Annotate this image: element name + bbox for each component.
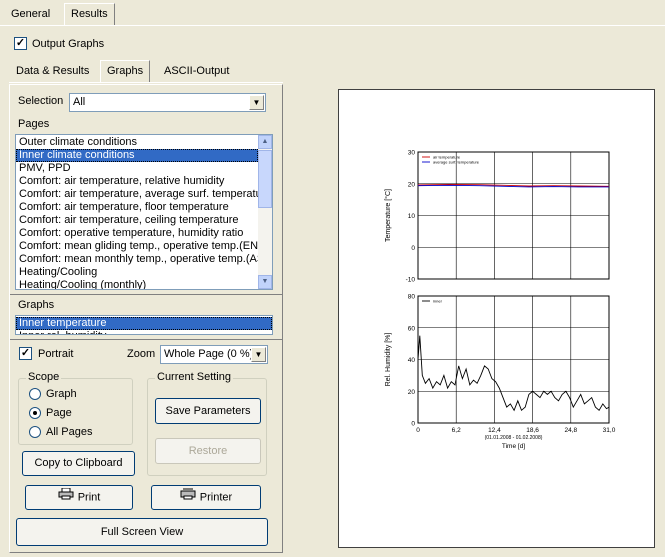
pages-label: Pages <box>18 118 50 130</box>
y-tick-label: 80 <box>408 294 416 301</box>
y-tick-label: 40 <box>408 357 416 364</box>
portrait-checkbox[interactable]: ✓ <box>19 347 32 360</box>
output-graphs-checkbox[interactable]: ✓ <box>14 37 27 50</box>
full-screen-view-button[interactable]: Full Screen View <box>16 518 268 546</box>
sub-tab-baseline <box>9 82 283 83</box>
zoom-value: Whole Page (0 %) <box>164 348 254 360</box>
graphs-list-item[interactable]: Inner rel. humidity <box>16 330 272 334</box>
save-parameters-button[interactable]: Save Parameters <box>155 398 261 424</box>
pages-list-item[interactable]: PMV, PPD <box>16 162 258 175</box>
y-tick-label: 20 <box>408 181 416 188</box>
selection-label: Selection <box>18 95 64 107</box>
chevron-down-icon[interactable]: ▼ <box>251 347 266 362</box>
page-preview: 30 20 10 0 -10 Temperature [°C] air temperatur… <box>338 89 655 548</box>
scroll-up-icon[interactable]: ▲ <box>258 135 272 149</box>
pages-list-item[interactable]: Outer climate conditions <box>16 136 258 149</box>
y-tick-label: 0 <box>411 421 415 428</box>
scope-all-pages-label: All Pages <box>46 426 93 438</box>
tab-data-results[interactable]: Data & Results <box>9 60 96 82</box>
pages-list-item[interactable]: Comfort: air temperature, floor temperat… <box>16 201 258 214</box>
selection-value: All <box>73 96 86 108</box>
preview-charts: 3020100-10Temperature [°C]air temperatur… <box>384 150 616 451</box>
top-tab-baseline <box>0 25 665 26</box>
printer-label: Printer <box>199 491 233 504</box>
x-axis-label: Time [d] <box>502 443 525 450</box>
pages-list-item[interactable]: Comfort: air temperature, ceiling temper… <box>16 214 258 227</box>
pages-list-item[interactable]: Comfort: air temperature, relative humid… <box>16 175 258 188</box>
print-button[interactable]: Print <box>25 485 133 510</box>
y-tick-label: 60 <box>408 325 416 332</box>
x-tick-label: 18,6 <box>526 427 539 434</box>
x-tick-label: 31,0 <box>603 427 616 434</box>
pages-scrollbar[interactable]: ▲ ▼ <box>258 135 272 289</box>
scope-title: Scope <box>26 371 62 383</box>
x-tick-label: 12,4 <box>488 427 501 434</box>
pages-scroll-thumb[interactable] <box>258 150 272 208</box>
current-setting-title: Current Setting <box>155 371 233 383</box>
selection-dropdown[interactable]: All ▼ <box>69 93 266 112</box>
pages-list-item[interactable]: Heating/Cooling (monthly) <box>16 279 258 289</box>
graphs-divider-bottom <box>10 339 282 340</box>
graphs-list-item[interactable]: Inner temperature <box>16 317 272 330</box>
scope-page-label: Page <box>46 407 72 419</box>
y-tick-label: 30 <box>408 150 416 157</box>
y-axis-label: Temperature [°C] <box>384 189 392 242</box>
tab-graphs[interactable]: Graphs <box>100 60 151 82</box>
y-axis-label: Rel. Humidity [%] <box>385 333 392 387</box>
graphs-label: Graphs <box>18 299 55 311</box>
x-tick-label: 24,8 <box>564 427 577 434</box>
zoom-label: Zoom <box>127 348 156 360</box>
y-tick-label: 0 <box>411 245 415 252</box>
pages-list-item[interactable]: Inner climate conditions <box>16 149 258 162</box>
tab-results[interactable]: Results <box>64 3 115 25</box>
pages-listbox[interactable]: Outer climate conditions Inner climate co… <box>15 134 273 290</box>
output-graphs-label: Output Graphs <box>32 38 105 50</box>
printer-icon <box>180 486 196 509</box>
x-tick-label: 6,2 <box>452 427 461 434</box>
tab-ascii-output[interactable]: ASCII-Output <box>157 60 236 82</box>
graphs-divider <box>10 294 282 295</box>
tab-general[interactable]: General <box>4 3 57 25</box>
portrait-label: Portrait <box>38 348 74 360</box>
y-tick-label: -10 <box>406 277 416 284</box>
print-label: Print <box>77 491 101 504</box>
pages-list-item[interactable]: Comfort: mean monthly temp., operative t… <box>16 253 272 266</box>
scroll-down-icon[interactable]: ▼ <box>258 275 272 289</box>
y-tick-label: 10 <box>408 213 416 220</box>
pages-list-item[interactable]: Comfort: air temperature, average surf. … <box>16 188 272 201</box>
pages-list-item[interactable]: Comfort: operative temperature, humidity… <box>16 227 258 240</box>
restore-button[interactable]: Restore <box>155 438 261 464</box>
y-tick-label: 20 <box>408 389 416 396</box>
legend-entry: average surf. temperature <box>433 160 480 165</box>
scope-page-radio[interactable] <box>29 407 41 419</box>
scope-all-pages-radio[interactable] <box>29 426 41 438</box>
copy-to-clipboard-button[interactable]: Copy to Clipboard <box>22 451 135 476</box>
chevron-down-icon[interactable]: ▼ <box>249 95 264 110</box>
scope-graph-radio[interactable] <box>29 388 41 400</box>
x-axis-sublabel: (01.01.2008 - 01.02.2008) <box>485 435 543 441</box>
x-tick-label: 0 <box>416 427 420 434</box>
scope-graph-label: Graph <box>46 388 77 400</box>
zoom-dropdown[interactable]: Whole Page (0 %) ▼ <box>160 345 268 364</box>
pages-list-item[interactable]: Comfort: mean gliding temp., operative t… <box>16 240 267 253</box>
print-icon <box>58 486 74 509</box>
graphs-listbox[interactable]: Inner temperatureInner rel. humidity <box>15 315 273 335</box>
printer-button[interactable]: Printer <box>151 485 261 510</box>
legend-entry: inner <box>433 299 443 304</box>
pages-list-item[interactable]: Heating/Cooling <box>16 266 258 279</box>
